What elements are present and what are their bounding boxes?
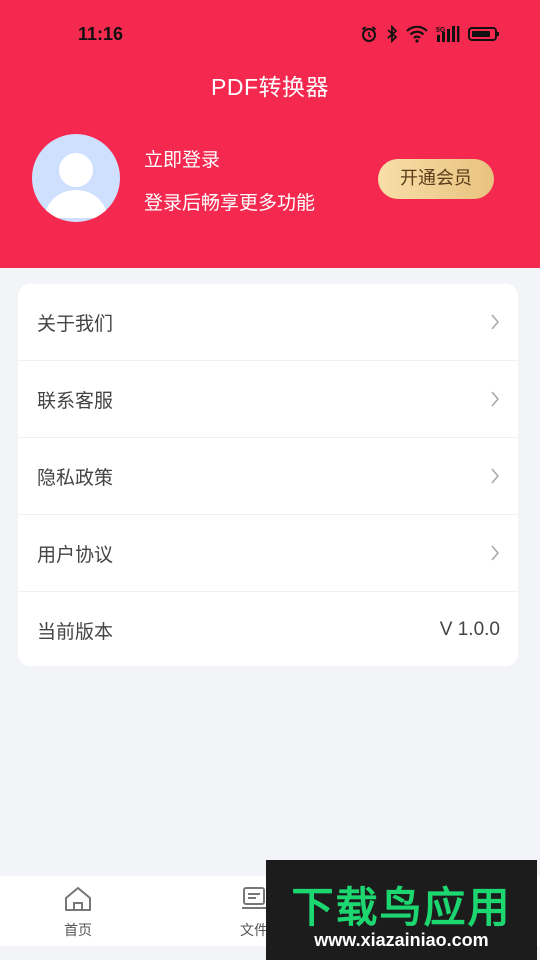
watermark-logo: 下载鸟应用 www.xiazainiao.com bbox=[266, 860, 537, 960]
avatar[interactable] bbox=[32, 134, 120, 222]
tab-label: 文件 bbox=[240, 923, 268, 939]
vip-button[interactable]: 开通会员 bbox=[378, 159, 494, 199]
home-icon bbox=[63, 886, 93, 916]
menu-item-label: 用户协议 bbox=[37, 543, 114, 566]
profile-header: 11:16 5G PDF转换器 立即登录 登录后畅享更多功能 开通会员 bbox=[0, 0, 540, 268]
menu-item-label: 关于我们 bbox=[37, 312, 114, 335]
chevron-right-icon bbox=[490, 313, 500, 331]
menu-item-user-agreement[interactable]: 用户协议 bbox=[18, 515, 518, 592]
user-avatar-icon bbox=[44, 153, 108, 218]
battery-icon bbox=[468, 25, 500, 43]
file-icon bbox=[239, 886, 269, 916]
menu-item-customer-service[interactable]: 联系客服 bbox=[18, 361, 518, 438]
login-subtitle: 登录后畅享更多功能 bbox=[144, 192, 316, 214]
alarm-icon bbox=[360, 25, 378, 43]
menu-item-label: 当前版本 bbox=[37, 620, 114, 643]
chevron-right-icon bbox=[490, 544, 500, 562]
menu-item-label: 联系客服 bbox=[37, 389, 114, 412]
chevron-right-icon bbox=[490, 467, 500, 485]
status-bar: 11:16 5G bbox=[0, 0, 540, 68]
chevron-right-icon bbox=[490, 390, 500, 408]
menu-item-about[interactable]: 关于我们 bbox=[18, 284, 518, 361]
status-icons: 5G bbox=[360, 22, 500, 46]
status-time: 11:16 bbox=[78, 24, 124, 44]
menu-item-version: 当前版本 V 1.0.0 bbox=[18, 592, 518, 666]
version-value: V 1.0.0 bbox=[439, 619, 500, 640]
menu-item-privacy-policy[interactable]: 隐私政策 bbox=[18, 438, 518, 515]
page-title: PDF转换器 bbox=[211, 74, 329, 100]
tab-label: 首页 bbox=[64, 923, 92, 939]
menu-item-label: 隐私政策 bbox=[37, 466, 114, 489]
bluetooth-icon bbox=[386, 25, 398, 43]
watermark-url: www.xiazainiao.com bbox=[314, 930, 489, 950]
wifi-icon bbox=[406, 25, 428, 43]
tab-home[interactable]: 首页 bbox=[18, 876, 138, 946]
watermark-title: 下载鸟应用 bbox=[291, 883, 512, 932]
settings-menu: 关于我们 联系客服 隐私政策 用户协议 当前版本 V 1.0.0 bbox=[18, 284, 518, 666]
login-link[interactable]: 立即登录 bbox=[144, 145, 220, 172]
signal-icon: 5G bbox=[436, 25, 460, 43]
